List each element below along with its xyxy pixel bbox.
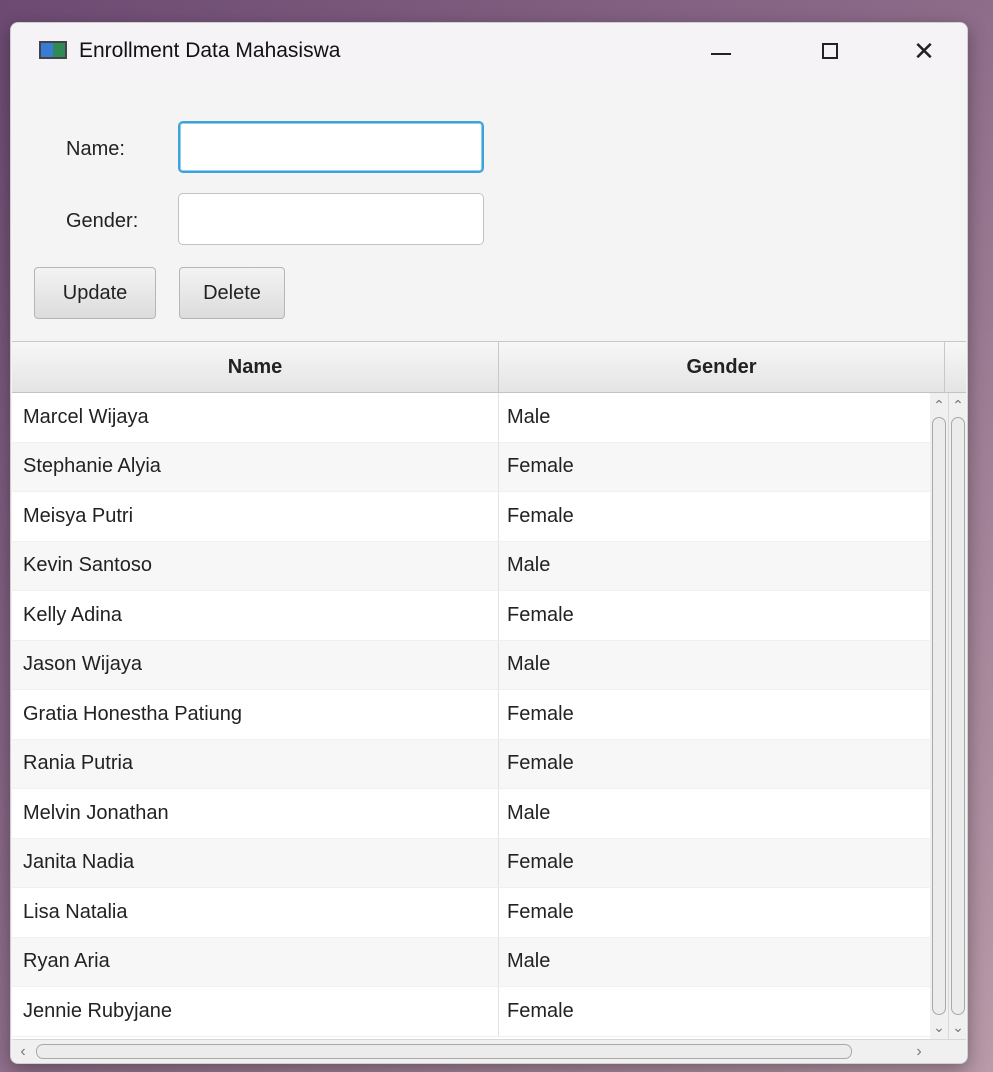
chevron-left-icon[interactable]: ‹ xyxy=(12,1040,34,1063)
maximize-button[interactable] xyxy=(805,23,855,79)
table-row[interactable]: Meisya Putri Female xyxy=(12,492,930,542)
minimize-button[interactable] xyxy=(696,23,746,79)
vertical-scrollbar[interactable]: ⌃ ⌄ ⌃ ⌄ xyxy=(930,393,966,1039)
cell-gender: Female xyxy=(507,851,574,874)
student-table[interactable]: Name Gender Marcel Wijaya Male Stephanie… xyxy=(12,341,966,1063)
table-row[interactable]: Kevin Santoso Male xyxy=(12,541,930,591)
gender-label: Gender: xyxy=(66,210,139,232)
outer-vertical-scroll-track[interactable]: ⌃ ⌄ xyxy=(948,393,967,1039)
cell-name: Stephanie Alyia xyxy=(12,442,499,491)
cell-name: Jennie Rubyjane xyxy=(12,987,499,1036)
outer-vertical-scroll-thumb[interactable] xyxy=(951,417,965,1015)
table-body: Marcel Wijaya Male Stephanie Alyia Femal… xyxy=(12,393,930,1039)
cell-name: Gratia Honestha Patiung xyxy=(12,690,499,739)
table-row[interactable]: Gratia Honestha Patiung Female xyxy=(12,690,930,740)
chevron-down-icon[interactable]: ⌄ xyxy=(930,1017,948,1037)
gender-input[interactable] xyxy=(178,193,484,245)
table-row[interactable]: Ryan Aria Male xyxy=(12,937,930,987)
window-title: Enrollment Data Mahasiswa xyxy=(79,39,341,62)
cell-gender: Male xyxy=(507,801,551,824)
table-row[interactable]: Melvin Jonathan Male xyxy=(12,789,930,839)
cell-name: Lisa Natalia xyxy=(12,888,499,937)
cell-name: Melvin Jonathan xyxy=(12,789,499,838)
table-row[interactable]: Jason Wijaya Male xyxy=(12,640,930,690)
close-icon: ✕ xyxy=(913,35,935,66)
table-row[interactable]: Janita Nadia Female xyxy=(12,838,930,888)
table-row[interactable]: Kelly Adina Female xyxy=(12,591,930,641)
cell-gender: Female xyxy=(507,702,574,725)
table-row[interactable]: Jennie Rubyjane Female xyxy=(12,987,930,1037)
cell-gender: Female xyxy=(507,752,574,775)
cell-gender: Male xyxy=(507,554,551,577)
name-input[interactable] xyxy=(178,121,484,173)
table-header: Name Gender xyxy=(12,342,966,393)
minimize-icon xyxy=(711,53,731,55)
chevron-up-icon[interactable]: ⌃ xyxy=(930,395,948,415)
horizontal-scrollbar[interactable]: ‹ › xyxy=(12,1039,966,1063)
cell-name: Meisya Putri xyxy=(12,492,499,541)
table-row[interactable]: Marcel Wijaya Male xyxy=(12,393,930,443)
cell-gender: Female xyxy=(507,504,574,527)
maximize-icon xyxy=(822,43,838,59)
column-header-name[interactable]: Name xyxy=(12,342,499,392)
vertical-scroll-thumb[interactable] xyxy=(932,417,946,1015)
close-button[interactable]: ✕ xyxy=(899,23,949,79)
cell-gender: Female xyxy=(507,999,574,1022)
app-window-icon xyxy=(39,41,67,59)
header-corner xyxy=(945,342,966,392)
cell-gender: Female xyxy=(507,900,574,923)
title-bar[interactable]: Enrollment Data Mahasiswa ✕ xyxy=(11,23,967,79)
horizontal-scroll-thumb[interactable] xyxy=(36,1044,852,1059)
table-row[interactable]: Rania Putria Female xyxy=(12,739,930,789)
chevron-right-icon[interactable]: › xyxy=(908,1040,930,1063)
cell-name: Jason Wijaya xyxy=(12,640,499,689)
app-window: Enrollment Data Mahasiswa ✕ Name: Gender… xyxy=(10,22,968,1064)
cell-name: Ryan Aria xyxy=(12,937,499,986)
cell-name: Kelly Adina xyxy=(12,591,499,640)
cell-name: Janita Nadia xyxy=(12,838,499,887)
cell-gender: Male xyxy=(507,653,551,676)
chevron-down-icon[interactable]: ⌄ xyxy=(949,1017,967,1037)
cell-gender: Male xyxy=(507,405,551,428)
cell-gender: Female xyxy=(507,603,574,626)
table-row[interactable]: Stephanie Alyia Female xyxy=(12,442,930,492)
vertical-scroll-track[interactable]: ⌃ ⌄ xyxy=(930,393,948,1039)
update-button[interactable]: Update xyxy=(34,267,156,319)
column-header-gender[interactable]: Gender xyxy=(499,342,945,392)
cell-gender: Female xyxy=(507,455,574,478)
delete-button[interactable]: Delete xyxy=(179,267,285,319)
cell-name: Rania Putria xyxy=(12,739,499,788)
cell-name: Kevin Santoso xyxy=(12,541,499,590)
table-row[interactable]: Lisa Natalia Female xyxy=(12,888,930,938)
cell-gender: Male xyxy=(507,950,551,973)
chevron-up-icon[interactable]: ⌃ xyxy=(949,395,967,415)
cell-name: Marcel Wijaya xyxy=(12,393,499,442)
name-label: Name: xyxy=(66,138,125,160)
